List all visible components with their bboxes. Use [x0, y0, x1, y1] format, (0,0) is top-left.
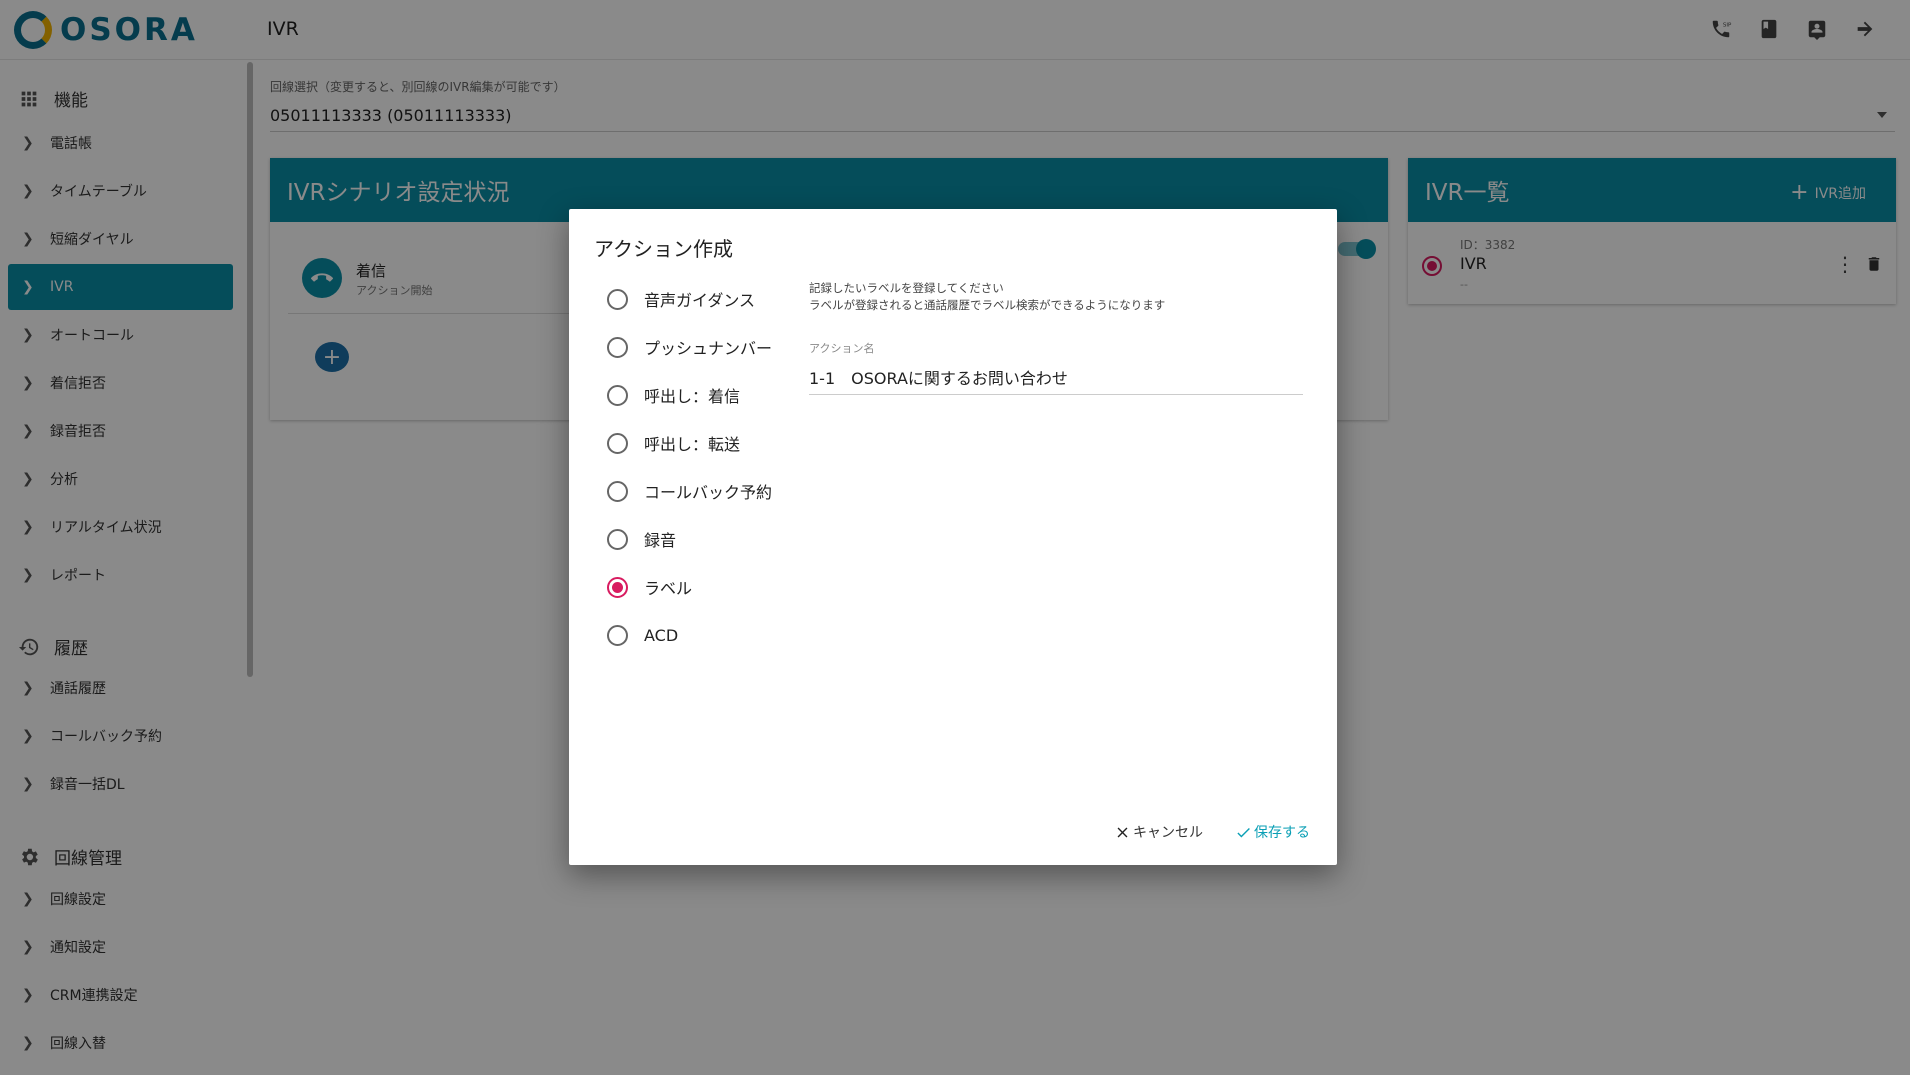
radio-push-number[interactable]: プッシュナンバー	[607, 332, 807, 362]
radio-unchecked-icon	[607, 288, 628, 310]
radio-unchecked-icon	[607, 624, 628, 646]
radio-label: 音声ガイダンス	[644, 291, 756, 310]
radio-unchecked-icon	[607, 432, 628, 454]
close-icon	[1117, 827, 1128, 837]
action-create-dialog: アクション作成 音声ガイダンス プッシュナンバー 呼出し：着信 呼出し：転送 コ…	[569, 209, 1337, 865]
help-line: ラベルが登録されると通話履歴でラベル検索ができるようになります	[809, 298, 1166, 312]
radio-label-action[interactable]: ラベル	[607, 572, 807, 602]
radio-label: コールバック予約	[644, 483, 773, 502]
radio-label: 呼出し：着信	[644, 387, 741, 406]
action-name-input[interactable]	[809, 359, 1303, 395]
cancel-button[interactable]: キャンセル	[1110, 817, 1207, 847]
radio-label: ACD	[644, 625, 679, 645]
radio-label: プッシュナンバー	[644, 339, 773, 358]
label-help-text: 記録したいラベルを登録してください ラベルが登録されると通話履歴でラベル検索がで…	[809, 280, 1165, 314]
radio-unchecked-icon	[607, 528, 628, 550]
check-icon	[1237, 827, 1250, 837]
radio-recording[interactable]: 録音	[607, 524, 807, 554]
action-name-label: アクション名	[809, 342, 875, 355]
radio-call-incoming[interactable]: 呼出し：着信	[607, 380, 807, 410]
radio-callback-reservation[interactable]: コールバック予約	[607, 476, 807, 506]
radio-label: 録音	[644, 531, 677, 550]
dialog-title: アクション作成	[594, 237, 733, 261]
radio-call-transfer[interactable]: 呼出し：転送	[607, 428, 807, 458]
radio-label: 呼出し：転送	[644, 435, 741, 454]
cancel-label: キャンセル	[1133, 825, 1203, 841]
help-line: 記録したいラベルを登録してください	[809, 281, 1004, 295]
save-button[interactable]: 保存する	[1231, 817, 1314, 847]
radio-checked-icon	[607, 576, 628, 598]
radio-voice-guidance[interactable]: 音声ガイダンス	[607, 284, 807, 314]
save-label: 保存する	[1254, 825, 1310, 841]
radio-label: ラベル	[644, 579, 693, 598]
radio-unchecked-icon	[607, 336, 628, 358]
dialog-actions: キャンセル 保存する	[1110, 817, 1314, 847]
radio-unchecked-icon	[607, 384, 628, 406]
radio-acd[interactable]: ACD	[607, 620, 807, 650]
radio-unchecked-icon	[607, 480, 628, 502]
